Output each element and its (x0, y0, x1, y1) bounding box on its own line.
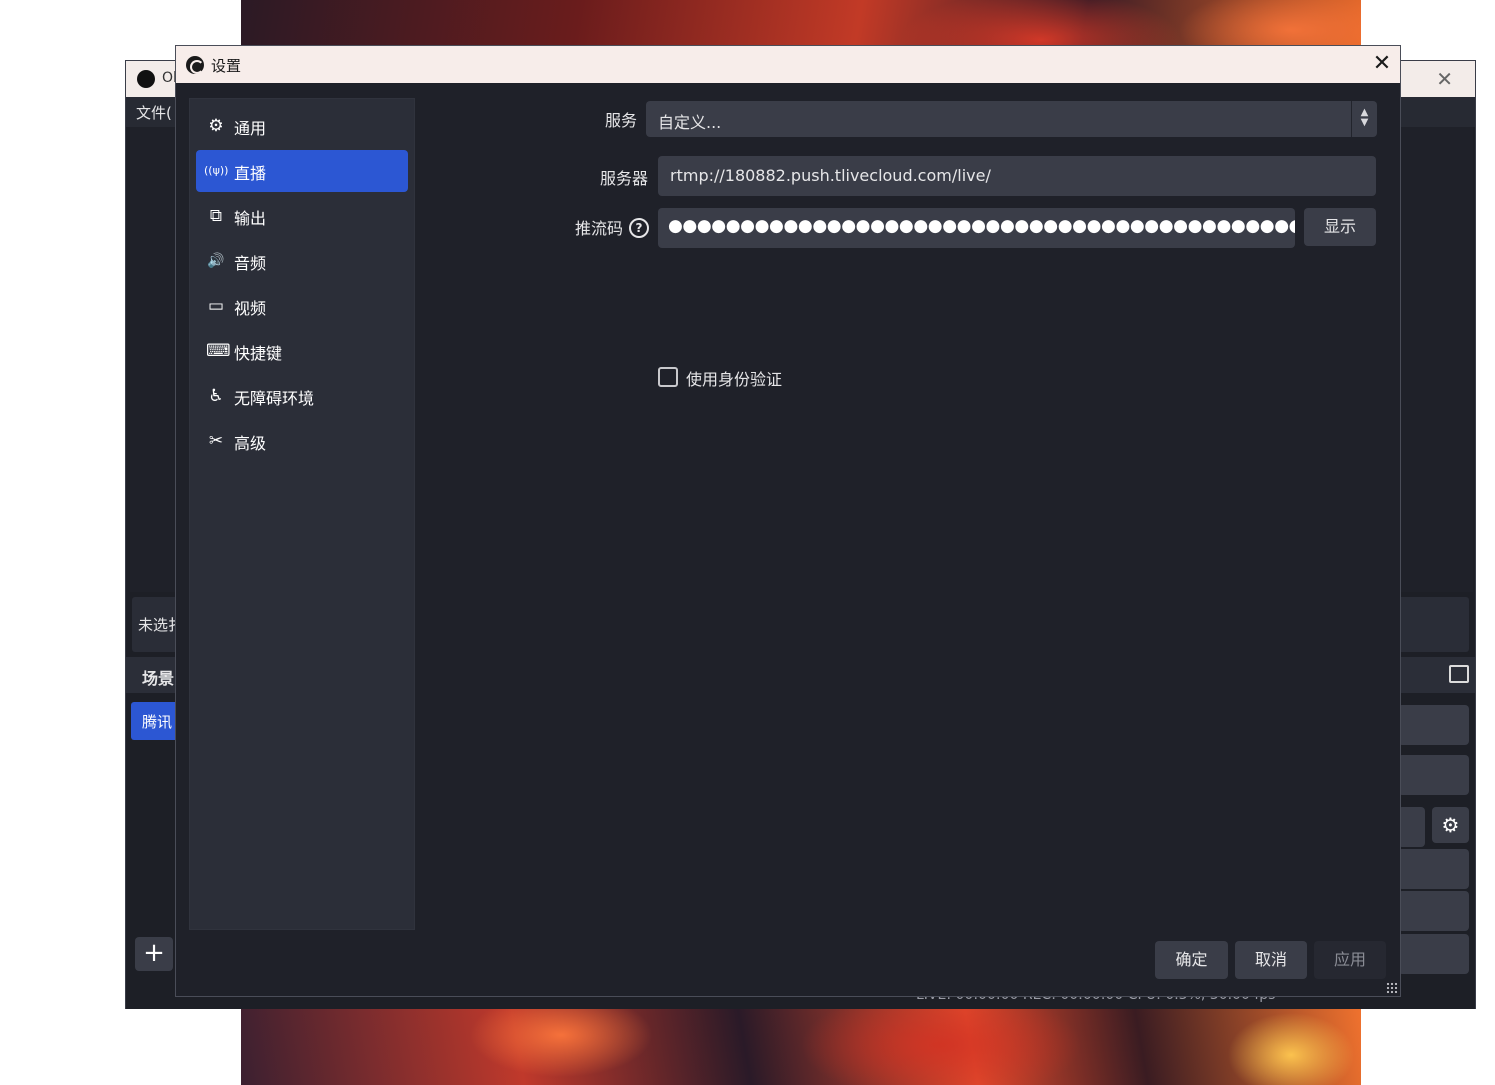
controls-settings-gear-icon[interactable]: ⚙ (1432, 807, 1469, 843)
cancel-button[interactable]: 取消 (1235, 941, 1307, 979)
speaker-icon: 🔊 (207, 253, 225, 269)
tools-icon: ✂ (208, 431, 224, 451)
sidebar-item-label: 无障碍环境 (234, 389, 315, 408)
stream-key-input[interactable]: ●●●●●●●●●●●●●●●●●●●●●●●●●●●●●●●●●●●●●●●●… (658, 208, 1295, 248)
antenna-icon: ((ψ)) (204, 164, 229, 177)
obs-logo-icon (186, 56, 204, 74)
updown-arrows-icon: ▲ ▼ (1351, 101, 1377, 137)
dock-float-icon[interactable] (1449, 665, 1469, 683)
sidebar-item-label: 直播 (234, 164, 267, 183)
sidebar-item-label: 音频 (234, 254, 267, 273)
sidebar-item-accessibility[interactable]: ♿ 无障碍环境 (196, 375, 408, 417)
sidebar-item-label: 视频 (234, 299, 267, 318)
obs-logo-icon (137, 70, 155, 88)
output-icon: ⧉ (209, 206, 223, 226)
sidebar-item-label: 高级 (234, 434, 267, 453)
controls-button-1[interactable] (1398, 705, 1469, 745)
resize-grip-icon[interactable] (1386, 982, 1398, 994)
apply-button[interactable]: 应用 (1314, 941, 1386, 979)
sidebar-item-advanced[interactable]: ✂ 高级 (196, 420, 408, 462)
sidebar-item-video[interactable]: ▭ 视频 (196, 285, 408, 327)
dialog-title: 设置 (211, 57, 242, 75)
use-auth-label[interactable]: 使用身份验证 (686, 366, 782, 390)
service-label: 服务 (605, 111, 638, 130)
controls-button-6[interactable] (1398, 934, 1469, 974)
scene-name: 腾讯 (142, 713, 173, 731)
sidebar-item-audio[interactable]: 🔊 音频 (196, 240, 408, 282)
sidebar-item-general[interactable]: ⚙ 通用 (196, 105, 408, 147)
controls-button-4[interactable] (1398, 849, 1469, 889)
ok-button[interactable]: 确定 (1155, 941, 1228, 979)
sidebar-item-label: 输出 (234, 209, 267, 228)
help-icon[interactable]: ? (629, 218, 649, 238)
desktop-wallpaper-bottom (241, 1005, 1361, 1085)
settings-dialog: 设置 ✕ ⚙ 通用 ((ψ)) 直播 ⧉ 输出 🔊 音频 ▭ 视频 ⌨ 快捷键 … (175, 45, 1401, 997)
keyboard-icon: ⌨ (206, 341, 231, 361)
service-select[interactable]: 自定义... ▲ ▼ (646, 101, 1377, 137)
stream-key-masked-value: ●●●●●●●●●●●●●●●●●●●●●●●●●●●●●●●●●●●●●●●●… (668, 216, 1295, 236)
settings-sidebar: ⚙ 通用 ((ψ)) 直播 ⧉ 输出 🔊 音频 ▭ 视频 ⌨ 快捷键 ♿ 无障碍… (189, 98, 415, 930)
accessibility-icon: ♿ (208, 386, 224, 406)
dialog-titlebar: 设置 ✕ (176, 46, 1400, 83)
service-value: 自定义... (658, 113, 722, 132)
show-key-button[interactable]: 显示 (1304, 208, 1376, 246)
controls-button-5[interactable] (1398, 891, 1469, 931)
close-icon[interactable]: ✕ (1368, 50, 1396, 78)
server-label: 服务器 (600, 169, 649, 188)
sidebar-item-stream[interactable]: ((ψ)) 直播 (196, 150, 408, 192)
server-value: rtmp://180882.push.tlivecloud.com/live/ (670, 166, 991, 185)
controls-button-3[interactable] (1398, 807, 1425, 847)
scenes-dock-title: 场景 (142, 669, 175, 688)
add-scene-button[interactable]: + (135, 937, 173, 971)
controls-button-2[interactable] (1398, 755, 1469, 795)
main-close-icon[interactable]: ✕ (1436, 67, 1453, 91)
menu-file[interactable]: 文件( (136, 102, 172, 123)
sidebar-item-label: 通用 (234, 119, 267, 138)
sidebar-item-output[interactable]: ⧉ 输出 (196, 195, 408, 237)
sidebar-item-label: 快捷键 (234, 344, 283, 363)
monitor-icon: ▭ (207, 296, 225, 316)
sidebar-item-hotkeys[interactable]: ⌨ 快捷键 (196, 330, 408, 372)
use-auth-checkbox[interactable] (658, 367, 678, 387)
gear-icon: ⚙ (208, 116, 224, 136)
stream-key-label: 推流码 (575, 219, 624, 238)
server-input[interactable]: rtmp://180882.push.tlivecloud.com/live/ (658, 156, 1376, 196)
